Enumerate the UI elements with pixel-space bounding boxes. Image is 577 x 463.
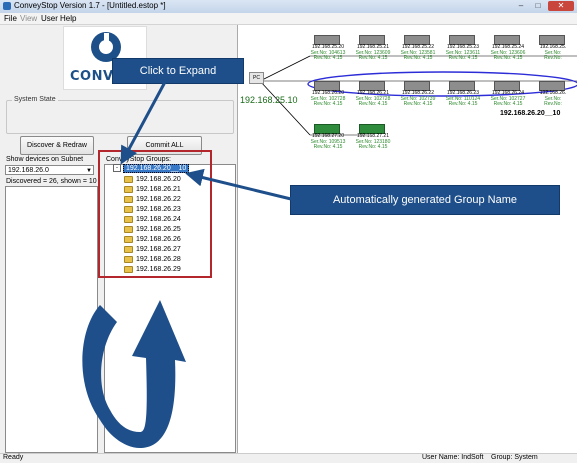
rotate-arrow-icon [82, 305, 140, 448]
status-user: User Name: IndSoft [422, 454, 484, 461]
status-text: Ready [3, 454, 24, 461]
annotation-arrows [82, 81, 292, 448]
status-group: Group: System [491, 454, 538, 461]
